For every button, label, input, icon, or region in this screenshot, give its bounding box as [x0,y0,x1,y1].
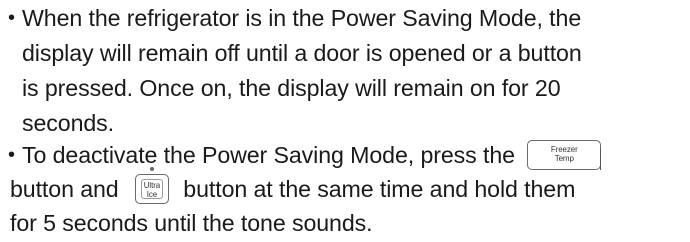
freezer-label-line2: Temp [554,154,574,164]
ultra-label-line1: Ultra [143,180,161,190]
freezer-temp-button[interactable]: Freezer Temp [527,139,602,170]
freezer-temp-button-label: Freezer Temp [528,145,600,164]
bullet: • [8,144,16,166]
para2-line2: button and Ultra Ice button at the same … [10,166,576,207]
indicator-dot [149,166,154,171]
instruction-page: • When the refrigerator is in the Power … [0,0,690,242]
para2-line3: for 5 seconds until the tone sounds. [10,210,373,236]
para2-line1-text: To deactivate the Power Saving Mode, pre… [22,142,515,168]
ultra-ice-button-label: Ultra Ice [136,181,168,199]
para1-line4: seconds. [22,110,115,136]
ultra-label-line2: Ice [146,189,158,199]
para2-line1: To deactivate the Power Saving Mode, pre… [22,137,602,173]
freezer-label-line1: Freezer [550,144,578,154]
para2-line2-part1: button and [10,176,119,202]
para1-line3: is pressed. Once on, the display will re… [22,75,561,101]
para2-line2-part2: button at the same time and hold them [183,176,576,202]
para1-line1: When the refrigerator is in the Power Sa… [22,5,582,31]
bullet: • [8,7,16,29]
button-edge [600,147,602,170]
para1-line2: display will remain off until a door is … [22,40,582,66]
ultra-ice-button[interactable]: Ultra Ice [134,166,169,204]
